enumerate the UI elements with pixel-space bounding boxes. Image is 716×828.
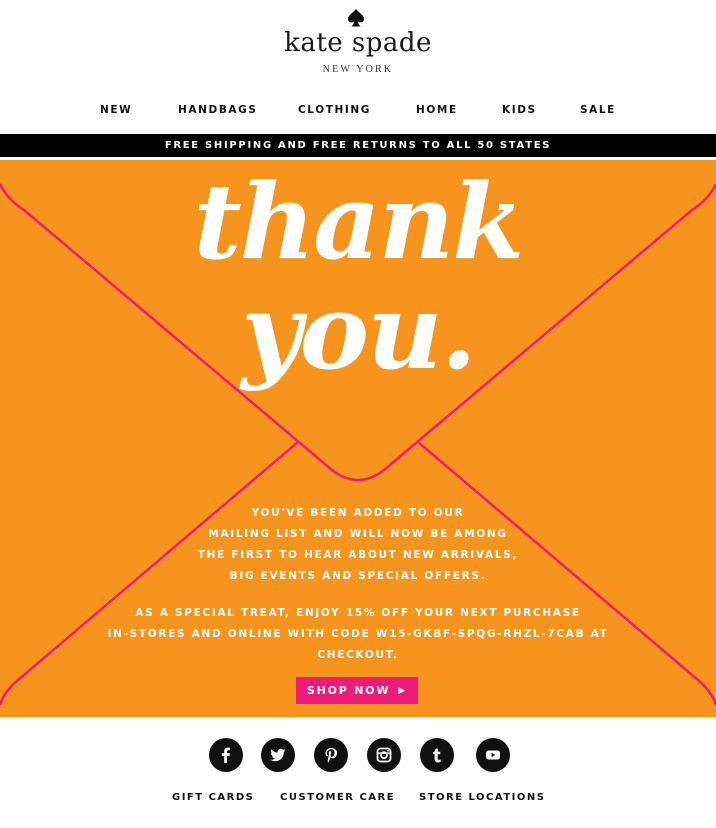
- brand-subtitle: NEW YORK: [322, 64, 394, 75]
- headline-thank: thank: [193, 160, 525, 283]
- main-nav: NEW HANDBAGS CLOTHING HOME KIDS SALE: [0, 104, 716, 120]
- message-line: MAILING LIST AND WILL NOW BE AMONG: [208, 528, 508, 540]
- shop-now-button[interactable]: SHOP NOW ▶: [296, 677, 418, 704]
- pinterest-icon[interactable]: [314, 738, 348, 772]
- footer-link-customer-care[interactable]: CUSTOMER CARE: [280, 792, 395, 803]
- play-arrow-icon: ▶: [398, 685, 408, 696]
- nav-item-home[interactable]: HOME: [416, 104, 458, 116]
- spade-icon: [348, 9, 364, 27]
- nav-item-sale[interactable]: SALE: [580, 104, 616, 116]
- signup-message: YOU'VE BEEN ADDED TO OUR MAILING LIST AN…: [120, 503, 596, 587]
- offer-line: CHECKOUT.: [317, 649, 399, 661]
- twitter-icon[interactable]: [261, 738, 295, 772]
- brand-logo[interactable]: kate spade: [0, 28, 716, 58]
- offer-line: AS A SPECIAL TREAT, ENJOY 15% OFF YOUR N…: [135, 607, 581, 619]
- instagram-icon[interactable]: [367, 738, 401, 772]
- social-links: [0, 738, 716, 774]
- offer-message: AS A SPECIAL TREAT, ENJOY 15% OFF YOUR N…: [90, 603, 626, 666]
- shipping-banner[interactable]: FREE SHIPPING AND FREE RETURNS TO ALL 50…: [0, 134, 716, 157]
- hero-envelope: thank you. YOU'VE BEEN ADDED TO OUR MAIL…: [0, 160, 716, 717]
- nav-item-kids[interactable]: KIDS: [502, 104, 537, 116]
- nav-item-new[interactable]: NEW: [100, 104, 132, 116]
- message-line: THE FIRST TO HEAR ABOUT NEW ARRIVALS,: [197, 549, 519, 561]
- facebook-icon[interactable]: [209, 738, 243, 772]
- footer-link-store-locations[interactable]: STORE LOCATIONS: [419, 792, 545, 803]
- headline-you: you.: [241, 270, 477, 393]
- youtube-icon[interactable]: [476, 738, 510, 772]
- nav-item-handbags[interactable]: HANDBAGS: [178, 104, 258, 116]
- offer-line: IN-STORES AND ONLINE WITH CODE W15-GKBF-…: [107, 628, 609, 640]
- footer-link-gift-cards[interactable]: GIFT CARDS: [172, 792, 254, 803]
- message-line: BIG EVENTS AND SPECIAL OFFERS.: [229, 570, 487, 582]
- email-header: kate spade NEW YORK: [0, 0, 716, 90]
- tumblr-icon[interactable]: [420, 738, 454, 772]
- shop-now-label: SHOP NOW: [306, 684, 391, 697]
- nav-item-clothing[interactable]: CLOTHING: [298, 104, 371, 116]
- message-line: YOU'VE BEEN ADDED TO OUR: [251, 507, 465, 519]
- footer-links: GIFT CARDS CUSTOMER CARE STORE LOCATIONS: [0, 792, 716, 808]
